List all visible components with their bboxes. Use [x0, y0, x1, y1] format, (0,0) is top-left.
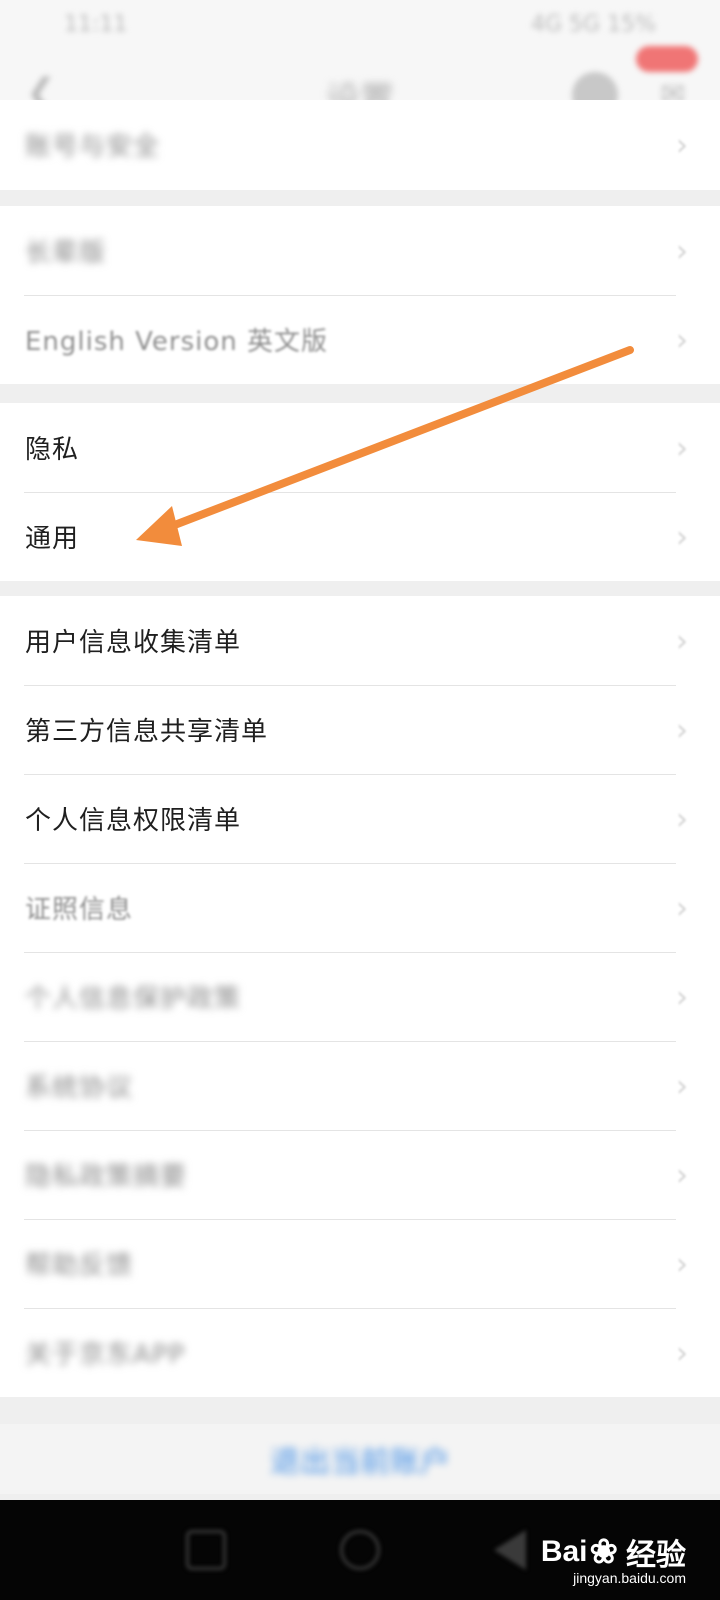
annotation-arrow-shaft — [168, 346, 634, 530]
annotation-arrow-head — [136, 506, 182, 546]
annotation-arrow — [136, 346, 634, 546]
